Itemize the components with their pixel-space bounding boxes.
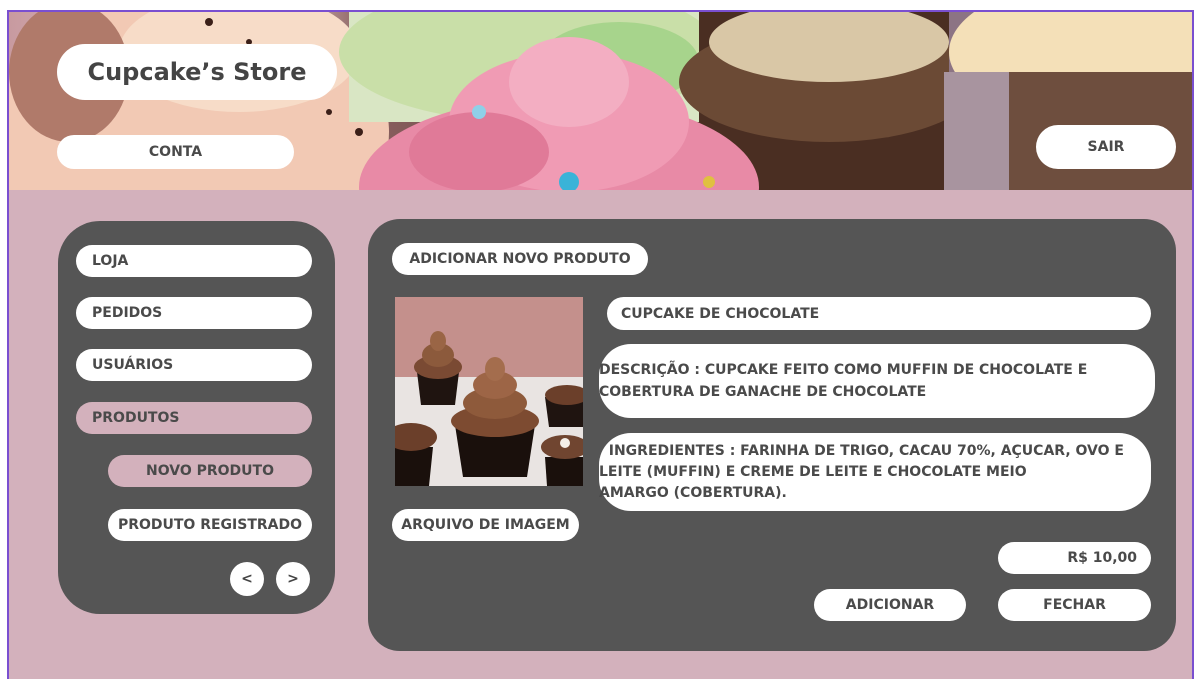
- next-page-button[interactable]: >: [276, 562, 310, 596]
- header-banner: Cupcake’s Store CONTA SAIR: [9, 12, 1192, 190]
- product-name-field[interactable]: CUPCAKE DE CHOCOLATE: [607, 297, 1151, 330]
- image-file-button[interactable]: ARQUIVO DE IMAGEM: [392, 509, 579, 541]
- add-product-button[interactable]: ADICIONAR: [814, 589, 966, 621]
- logout-button[interactable]: SAIR: [1036, 125, 1176, 169]
- sidebar-item-produto-registrado[interactable]: PRODUTO REGISTRADO: [108, 509, 312, 541]
- account-button[interactable]: CONTA: [57, 135, 294, 169]
- close-button[interactable]: FECHAR: [998, 589, 1151, 621]
- chocolate-cupcake-image: [395, 297, 583, 486]
- add-product-panel: ADICIONAR NOVO PRODUTO ARQUIVO DE IMAGEM…: [368, 219, 1176, 651]
- sidebar-item-produtos[interactable]: PRODUTOS: [76, 402, 312, 434]
- sidebar-item-pedidos[interactable]: PEDIDOS: [76, 297, 312, 329]
- prev-page-button[interactable]: <: [230, 562, 264, 596]
- sidebar-item-usuarios[interactable]: USUÁRIOS: [76, 349, 312, 381]
- sidebar-item-loja[interactable]: LOJA: [76, 245, 312, 277]
- sidebar-item-novo-produto[interactable]: NOVO PRODUTO: [108, 455, 312, 487]
- panel-title: ADICIONAR NOVO PRODUTO: [392, 243, 648, 275]
- product-price-field[interactable]: R$ 10,00: [998, 542, 1151, 574]
- product-description-field[interactable]: DESCRIÇÃO : CUPCAKE FEITO COMO MUFFIN DE…: [599, 344, 1155, 418]
- store-title: Cupcake’s Store: [57, 44, 337, 100]
- product-ingredients-field[interactable]: INGREDIENTES : FARINHA DE TRIGO, CACAU 7…: [599, 433, 1151, 511]
- app-frame: Cupcake’s Store CONTA SAIR LOJA PEDIDOS …: [7, 10, 1194, 679]
- sidebar-nav: LOJA PEDIDOS USUÁRIOS PRODUTOS NOVO PROD…: [58, 221, 335, 614]
- product-image: [395, 297, 583, 486]
